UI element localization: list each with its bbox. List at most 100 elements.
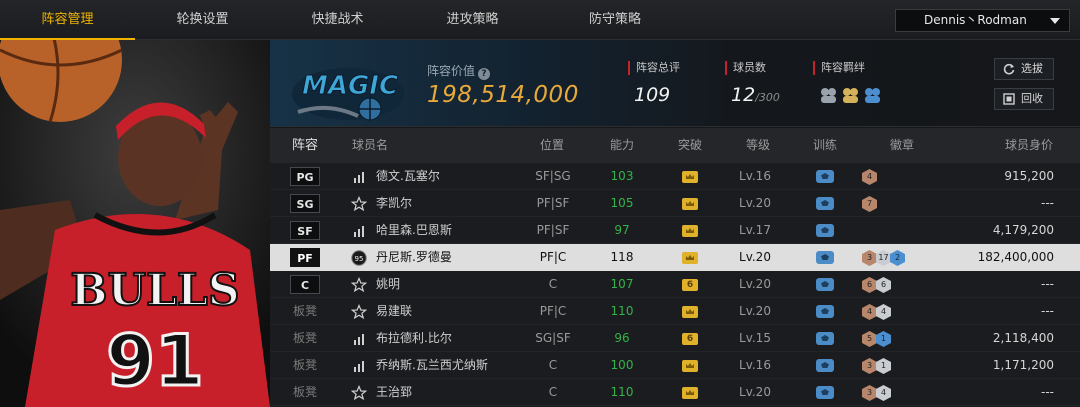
player-ability: 96 — [614, 331, 630, 345]
player-value: 2,118,400 — [992, 331, 1054, 345]
header-training: 训练 — [813, 138, 838, 152]
lineup-value-label-text: 阵容价值 — [427, 64, 476, 78]
player-dropdown[interactable]: Dennis丶Rodman — [895, 9, 1070, 32]
badge-silver-icon: 1 — [876, 358, 891, 374]
bond-icon-blue — [865, 88, 880, 103]
player-level: Lv.20 — [739, 277, 771, 291]
badge-silver-icon: 17 — [876, 250, 891, 266]
training-icon[interactable] — [816, 278, 834, 291]
lineup-slot[interactable]: PG — [290, 167, 320, 186]
player-dropdown-value: Dennis丶Rodman — [924, 13, 1027, 27]
player-count-label: 球员数 — [725, 61, 766, 75]
header-badges: 徽章 — [890, 138, 915, 152]
player-name[interactable]: 王治郅 — [376, 379, 412, 406]
training-icon[interactable] — [816, 332, 834, 345]
star-icon — [351, 277, 367, 293]
refresh-icon — [1003, 63, 1015, 75]
breakthrough-crown-icon[interactable] — [682, 252, 698, 264]
player-name[interactable]: 丹尼斯.罗德曼 — [376, 244, 452, 271]
player-level: Lv.20 — [739, 385, 771, 399]
breakthrough-crown-icon[interactable]: 6 — [682, 279, 698, 291]
player-position: SF|SG — [535, 169, 571, 183]
star-icon — [351, 196, 367, 212]
player-value: 4,179,200 — [992, 223, 1054, 237]
table-row[interactable]: 板凳 易建联 PF|C 110 Lv.20 4 4 --- — [270, 298, 1080, 325]
training-icon[interactable] — [816, 170, 834, 183]
badge-gold-icon: 1 — [876, 331, 891, 347]
svg-text:BULLS: BULLS — [70, 265, 239, 316]
header-player-value: 球员身价 — [1005, 138, 1054, 152]
player-value: 915,200 — [1004, 169, 1054, 183]
badge-silver-icon: 4 — [876, 385, 891, 401]
tab-rotation-settings[interactable]: 轮换设置 — [135, 0, 270, 40]
breakthrough-crown-icon[interactable] — [682, 198, 698, 210]
training-icon[interactable] — [816, 386, 834, 399]
table-row[interactable]: C 姚明 C 107 6 Lv.20 6 6 --- — [270, 271, 1080, 298]
training-icon[interactable] — [816, 305, 834, 318]
player-value: --- — [1041, 304, 1054, 318]
table-row[interactable]: 板凳 布拉德利.比尔 SG|SF 96 6 Lv.15 5 1 2,118,400 — [270, 325, 1080, 352]
lineup-slot[interactable]: 板凳 — [290, 302, 320, 321]
lineup-slot[interactable]: C — [290, 275, 320, 294]
lineup-rating-label: 阵容总评 — [628, 61, 680, 75]
player-value: 1,171,200 — [992, 358, 1054, 372]
player-portrait: BULLS 91 — [0, 40, 270, 407]
svg-text:95: 95 — [355, 255, 364, 263]
training-icon[interactable] — [816, 359, 834, 372]
svg-text:91: 91 — [106, 320, 203, 402]
table-row[interactable]: SG 李凯尔 PF|SF 105 Lv.20 7 --- — [270, 190, 1080, 217]
lineup-slot[interactable]: SG — [290, 194, 320, 213]
breakthrough-crown-icon[interactable]: 6 — [682, 333, 698, 345]
lineup-slot[interactable]: PF — [290, 248, 320, 267]
table-row[interactable]: PG 德文.瓦塞尔 SF|SG 103 Lv.16 4 915,200 — [270, 163, 1080, 190]
breakthrough-crown-icon[interactable] — [682, 225, 698, 237]
tab-offense-strategy[interactable]: 进攻策略 — [405, 0, 540, 40]
breakthrough-crown-icon[interactable] — [682, 387, 698, 399]
tab-defense-strategy[interactable]: 防守策略 — [540, 0, 690, 40]
lineup-slot[interactable]: 板凳 — [290, 383, 320, 402]
player-level: Lv.15 — [739, 331, 771, 345]
player-value: --- — [1041, 196, 1054, 210]
orlando-magic-logo: MAGIC — [292, 68, 404, 121]
recall-button[interactable]: 回收 — [994, 88, 1054, 110]
table-row[interactable]: 板凳 乔纳斯.瓦兰西尤纳斯 C 100 Lv.16 3 1 1,171,200 — [270, 352, 1080, 379]
training-icon[interactable] — [816, 251, 834, 264]
player-position: SG|SF — [535, 331, 571, 345]
player-portrait-art: BULLS 91 — [0, 40, 270, 407]
training-icon[interactable] — [816, 197, 834, 210]
lineup-slot[interactable]: 板凳 — [290, 329, 320, 348]
lineup-slot[interactable]: SF — [290, 221, 320, 240]
pick-button-label: 选拔 — [1021, 62, 1043, 75]
star-icon — [351, 304, 367, 320]
player-value: 182,400,000 — [977, 250, 1054, 264]
lineup-bond-icons[interactable] — [819, 85, 887, 105]
breakthrough-crown-icon[interactable] — [682, 306, 698, 318]
pick-button[interactable]: 选拔 — [994, 58, 1054, 80]
player-name[interactable]: 德文.瓦塞尔 — [376, 163, 440, 190]
player-ability: 97 — [614, 223, 630, 237]
header-breakthrough: 突破 — [678, 138, 703, 152]
breakthrough-count: 6 — [686, 334, 694, 344]
player-name[interactable]: 哈里森.巴恩斯 — [376, 217, 452, 244]
breakthrough-crown-icon[interactable] — [682, 360, 698, 372]
player-name[interactable]: 姚明 — [376, 271, 400, 298]
player-name[interactable]: 李凯尔 — [376, 190, 412, 217]
breakthrough-crown-icon[interactable] — [682, 171, 698, 183]
training-icon[interactable] — [816, 224, 834, 237]
table-row[interactable]: SF 哈里森.巴恩斯 PF|SF 97 Lv.17 4,179,200 — [270, 217, 1080, 244]
badge-bronze-icon: 3 — [862, 358, 877, 374]
table-row[interactable]: PF 95 丹尼斯.罗德曼 PF|C 118 Lv.20 3 17 2 182,400,000 — [270, 244, 1080, 271]
player-name[interactable]: 易建联 — [376, 298, 412, 325]
header-player-name: 球员名 — [352, 138, 389, 152]
lineup-slot[interactable]: 板凳 — [290, 356, 320, 375]
player-position: C — [548, 358, 558, 372]
player-name[interactable]: 乔纳斯.瓦兰西尤纳斯 — [376, 352, 488, 379]
tab-quick-tactics[interactable]: 快捷战术 — [270, 0, 405, 40]
badge-silver-icon: 4 — [876, 304, 891, 320]
badge-bronze-icon: 5 — [862, 331, 877, 347]
help-icon[interactable]: ? — [478, 68, 491, 80]
player-name[interactable]: 布拉德利.比尔 — [376, 325, 452, 352]
tab-lineup-management[interactable]: 阵容管理 — [0, 0, 135, 40]
player-level: Lv.16 — [739, 358, 771, 372]
table-row[interactable]: 板凳 王治郅 C 110 Lv.20 3 4 --- — [270, 379, 1080, 406]
